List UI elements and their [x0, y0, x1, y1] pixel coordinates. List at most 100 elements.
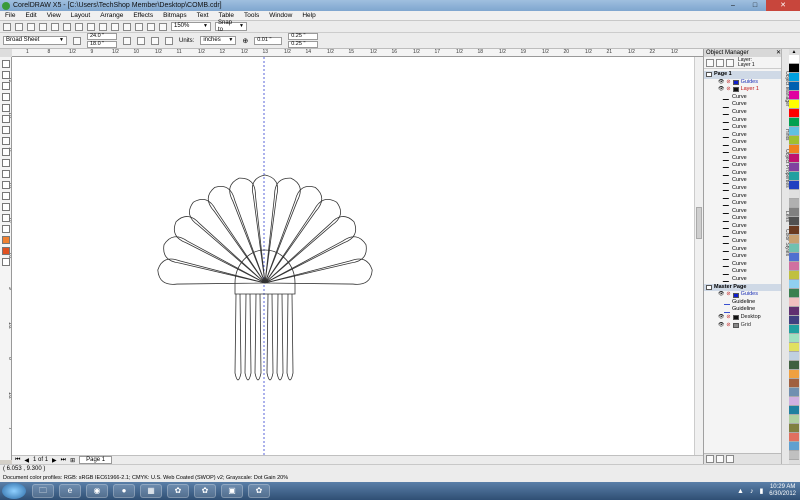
- application-launcher-icon[interactable]: [147, 22, 155, 31]
- tree-curve-item[interactable]: Curve: [704, 117, 782, 125]
- tree-curve-item[interactable]: Curve: [704, 208, 782, 216]
- menu-file[interactable]: File: [0, 12, 20, 19]
- paper-type-dropdown[interactable]: Broad Sheet ▼: [3, 36, 67, 45]
- current-page-icon[interactable]: [165, 36, 173, 45]
- tree-curve-item[interactable]: Curve: [704, 162, 782, 170]
- landscape-icon[interactable]: [137, 36, 145, 45]
- duplicate-y-field[interactable]: 0.25 ": [288, 41, 319, 48]
- delete-icon[interactable]: [726, 455, 734, 463]
- palette-swatch[interactable]: [789, 271, 799, 280]
- palette-swatch[interactable]: [789, 244, 799, 253]
- palette-swatch[interactable]: [789, 451, 799, 460]
- tree-curve-item[interactable]: Curve: [704, 147, 782, 155]
- palette-swatch[interactable]: [789, 415, 799, 424]
- palette-swatch[interactable]: [789, 370, 799, 379]
- petal-curve[interactable]: [264, 198, 341, 284]
- tree-curve-item[interactable]: Curve: [704, 124, 782, 132]
- tree-curve-item[interactable]: Curve: [704, 246, 782, 254]
- palette-swatch[interactable]: [789, 64, 799, 73]
- start-button[interactable]: [2, 483, 26, 499]
- palette-swatch[interactable]: [789, 136, 799, 145]
- menu-layout[interactable]: Layout: [66, 12, 96, 19]
- eye-icon[interactable]: 👁: [718, 79, 724, 87]
- printer-disabled-icon[interactable]: ⊘: [726, 291, 730, 299]
- palette-swatch[interactable]: [789, 325, 799, 334]
- palette-swatch[interactable]: [789, 289, 799, 298]
- palette-swatch[interactable]: [789, 172, 799, 181]
- palette-swatch[interactable]: [789, 208, 799, 217]
- tree-curve-item[interactable]: Curve: [704, 170, 782, 178]
- palette-swatch[interactable]: [789, 424, 799, 433]
- print-icon[interactable]: [39, 22, 47, 31]
- petal-curve[interactable]: [173, 216, 266, 284]
- palette-swatch[interactable]: [789, 361, 799, 370]
- basic-shapes-tool-icon[interactable]: [2, 159, 10, 167]
- show-properties-icon[interactable]: [706, 58, 714, 67]
- shape-tool-icon[interactable]: [2, 71, 10, 79]
- table-tool-icon[interactable]: [2, 181, 10, 189]
- tree-guideline-item[interactable]: Guideline: [704, 306, 782, 314]
- text-tool-icon[interactable]: [2, 170, 10, 178]
- palette-swatch[interactable]: [789, 199, 799, 208]
- export-icon[interactable]: [135, 22, 143, 31]
- firefox-taskbar-icon[interactable]: ●: [113, 484, 135, 498]
- eye-icon[interactable]: 👁: [718, 322, 724, 330]
- tree-curve-item[interactable]: Curve: [704, 230, 782, 238]
- welcome-screen-icon[interactable]: [159, 22, 167, 31]
- printer-disabled-icon[interactable]: ⊘: [726, 79, 730, 87]
- explorer-taskbar-icon[interactable]: 🗀: [32, 484, 54, 498]
- tree-curve-item[interactable]: Curve: [704, 276, 782, 284]
- palette-swatch[interactable]: [789, 91, 799, 100]
- apps-taskbar-icon[interactable]: ▦: [140, 484, 162, 498]
- dimension-tool-icon[interactable]: [2, 192, 10, 200]
- layer-color-swatch[interactable]: [732, 87, 739, 93]
- menu-window[interactable]: Window: [264, 12, 297, 19]
- tree-curve-item[interactable]: Curve: [704, 200, 782, 208]
- maximize-button[interactable]: □: [744, 0, 766, 11]
- palette-swatch[interactable]: [789, 442, 799, 451]
- fill-tool-icon[interactable]: [2, 247, 10, 255]
- tree-curve-item[interactable]: Curve: [704, 223, 782, 231]
- tree-curve-item[interactable]: Curve: [704, 193, 782, 201]
- tree-curve-item[interactable]: Curve: [704, 155, 782, 163]
- palette-swatch[interactable]: [789, 253, 799, 262]
- tree-curve-item[interactable]: Curve: [704, 177, 782, 185]
- menu-effects[interactable]: Effects: [128, 12, 158, 19]
- palette-swatch[interactable]: [789, 343, 799, 352]
- tree-section[interactable]: Master Page: [704, 283, 782, 292]
- tree-layer-item[interactable]: 👁 ⊘ Grid: [704, 322, 782, 330]
- cut-icon[interactable]: [51, 22, 59, 31]
- nudge-distance-field[interactable]: 0.01 ": [254, 36, 283, 45]
- open-folder-icon[interactable]: [15, 22, 23, 31]
- color-profile-text[interactable]: Document color profiles: RGB: sRGB IEC61…: [3, 475, 288, 481]
- tree-guideline-item[interactable]: Guideline: [704, 299, 782, 307]
- smart-fill-tool-icon[interactable]: [2, 115, 10, 123]
- eyedropper-tool-icon[interactable]: [2, 225, 10, 233]
- tree-layer-item[interactable]: 👁 ⊘ Layer 1: [704, 86, 782, 94]
- palette-swatch[interactable]: [789, 163, 799, 172]
- menu-table[interactable]: Table: [214, 12, 240, 19]
- prev-page-icon[interactable]: ◀: [24, 457, 29, 464]
- units-dropdown[interactable]: inches ▼: [200, 36, 237, 45]
- tree-curve-item[interactable]: Curve: [704, 94, 782, 102]
- eye-icon[interactable]: 👁: [718, 86, 724, 94]
- printer-disabled-icon[interactable]: ⊘: [726, 86, 730, 94]
- eye-icon[interactable]: 👁: [718, 291, 724, 299]
- drawing-canvas[interactable]: [12, 57, 694, 460]
- add-page-icon[interactable]: ⊞: [70, 457, 75, 464]
- palette-swatch[interactable]: [789, 316, 799, 325]
- undo-icon[interactable]: [87, 22, 95, 31]
- tree-curve-item[interactable]: Curve: [704, 215, 782, 223]
- new-layer-icon[interactable]: [706, 455, 714, 463]
- layer-manager-view-icon[interactable]: [726, 58, 734, 67]
- tree-curve-item[interactable]: Curve: [704, 139, 782, 147]
- tree-layer-item[interactable]: 👁 ⊘ Desktop: [704, 314, 782, 322]
- palette-swatch[interactable]: [789, 352, 799, 361]
- network-icon[interactable]: ▮: [759, 487, 763, 495]
- menu-bitmaps[interactable]: Bitmaps: [158, 12, 191, 19]
- tree-layer-item[interactable]: 👁 ⊘ Guides: [704, 291, 782, 299]
- palette-swatch[interactable]: [789, 433, 799, 442]
- menu-tools[interactable]: Tools: [239, 12, 264, 19]
- copy-icon[interactable]: [63, 22, 71, 31]
- tree-layer-item[interactable]: 👁 ⊘ Guides: [704, 79, 782, 87]
